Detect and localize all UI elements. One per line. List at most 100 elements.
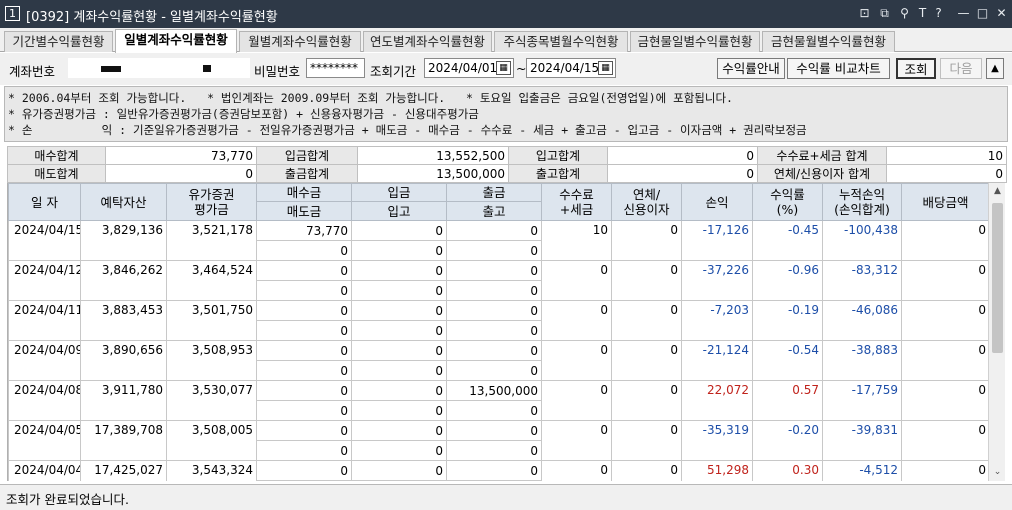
cell-out: 0 (446, 360, 542, 381)
col-header-deposit[interactable]: 입금 (351, 183, 447, 202)
col-header-line: 유가증권 (188, 187, 235, 202)
col-header-out[interactable]: 출고 (446, 201, 542, 221)
cell-sell: 0 (256, 480, 352, 481)
return-compare-chart-button[interactable]: 수익률 비교차트 (787, 58, 890, 79)
cell-in: 0 (351, 360, 447, 381)
tab-yearly-account-return[interactable]: 연도별계좌수익률현황 (363, 31, 492, 52)
deposit-total-label: 입금합계 (256, 146, 358, 165)
notice-line: * 유가증권평가금 : 일반유가증권평가금(증권담보포함) + 신용융자평가금 … (8, 107, 479, 121)
scroll-down-icon[interactable]: ⌄ (989, 464, 1006, 481)
masked-account-block (101, 66, 121, 72)
date-from-field[interactable]: 2024/04/01 ▦ (424, 58, 514, 78)
col-header-cum-profit[interactable]: 누적손익 (손익합계) (822, 183, 902, 221)
cell-interest: 0 (611, 420, 682, 461)
link-window-icon[interactable]: ⧉ (876, 5, 893, 22)
collapse-up-button[interactable]: ▲ (986, 58, 1004, 79)
interest-total-value: 0 (886, 164, 1007, 183)
cell-securities-eval: 3,530,077 (166, 380, 257, 421)
tab-gold-monthly-return[interactable]: 금현물월별수익률현황 (762, 31, 895, 52)
tab-gold-daily-return[interactable]: 금현물일별수익률현황 (630, 31, 760, 52)
query-bar: 계좌번호 비밀번호 ******** 조회기간 2024/04/01 ▦ ~ 2… (0, 53, 1012, 85)
col-header-interest[interactable]: 연체/신용이자 (611, 183, 682, 221)
account-number-field[interactable] (68, 58, 250, 78)
scroll-thumb[interactable] (992, 203, 1003, 353)
col-header-date[interactable]: 일 자 (8, 183, 81, 221)
cell-profit: 22,072 (681, 380, 753, 421)
cell-dividend: 0 (901, 220, 988, 261)
cell-withdraw: 0 (446, 460, 542, 481)
table-row[interactable]: 2024/04/05 17,389,708 3,508,005 0 0 0 0 0 -35,31… (8, 420, 988, 461)
cell-date: 2024/04/15 (8, 220, 81, 261)
pin-icon[interactable]: ⚲ (896, 5, 913, 22)
cell-securities-eval: 3,508,953 (166, 340, 257, 381)
table-row[interactable]: 2024/04/11 3,883,453 3,501,750 0 0 0 0 0 -7,203-… (8, 300, 988, 341)
cell-buy: 0 (256, 300, 352, 321)
window-icon: 1 (5, 6, 20, 21)
cell-interest: 0 (611, 260, 682, 301)
col-header-profit[interactable]: 손익 (681, 183, 753, 221)
col-header-dividend[interactable]: 배당금액 (901, 183, 988, 221)
cell-date: 2024/04/11 (8, 300, 81, 341)
password-field[interactable]: ******** (306, 58, 365, 78)
col-header-buy[interactable]: 매수금 (256, 183, 352, 202)
tab-bar: 기간별수익률현황 일별계좌수익률현황 월별계좌수익률현황 연도별계좌수익률현황 … (0, 28, 1012, 53)
cell-deposit: 0 (351, 260, 447, 281)
tab-period-return[interactable]: 기간별수익률현황 (4, 31, 113, 52)
col-header-sell[interactable]: 매도금 (256, 201, 352, 221)
col-header-withdraw[interactable]: 출금 (446, 183, 542, 202)
cell-out: 0 (446, 320, 542, 341)
table-row[interactable]: 2024/04/08 3,911,780 3,530,077 0 0 13,500,000… (8, 380, 988, 421)
close-icon[interactable]: ✕ (993, 5, 1010, 22)
period-label: 조회기간 (370, 64, 417, 79)
cell-date: 2024/04/05 (8, 420, 81, 461)
calendar-icon[interactable]: ▦ (598, 61, 613, 75)
search-button[interactable]: 조회 (896, 58, 936, 79)
font-size-icon[interactable]: T (914, 5, 931, 22)
cell-return: 0.57 (752, 380, 823, 421)
cell-deposit-assets: 17,425,027 (80, 460, 167, 481)
cell-return: 0.30 (752, 460, 823, 481)
maximize-icon[interactable]: □ (974, 5, 991, 22)
grid-scrollbar[interactable]: ▲ ⌄ (988, 183, 1005, 481)
tab-stock-monthly-return[interactable]: 주식종목별월수익현황 (494, 31, 628, 52)
cell-cum-profit: -83,312 (822, 260, 902, 301)
col-header-line: 평가금 (194, 202, 229, 217)
cell-dividend: 0 (901, 460, 988, 481)
daily-return-grid[interactable]: 일 자 예탁자산 유가증권 평가금 매수금 입금 출금 수수료 +세금 연체/신용이… (7, 183, 988, 481)
cell-in: 0 (351, 320, 447, 341)
table-row[interactable]: 2024/04/04 17,425,027 3,543,324 0 0 0 0 0 51,298… (8, 460, 988, 481)
col-header-fee-tax[interactable]: 수수료 +세금 (541, 183, 612, 221)
col-header-line: 수익률 (770, 187, 805, 202)
minimize-icon[interactable]: — (955, 5, 972, 22)
cell-fee-tax: 0 (541, 300, 612, 341)
cell-deposit: 0 (351, 420, 447, 441)
cell-withdraw: 0 (446, 420, 542, 441)
tab-monthly-account-return[interactable]: 월별계좌수익률현황 (239, 31, 361, 52)
cell-cum-profit: -46,086 (822, 300, 902, 341)
col-header-securities-eval[interactable]: 유가증권 평가금 (166, 183, 257, 221)
table-row[interactable]: 2024/04/09 3,890,656 3,508,953 0 0 0 0 0 -21,124… (8, 340, 988, 381)
date-to-field[interactable]: 2024/04/15 ▦ (526, 58, 616, 78)
save-layout-icon[interactable]: ⊡ (856, 5, 873, 22)
col-header-deposit-assets[interactable]: 예탁자산 (80, 183, 167, 221)
cell-deposit-assets: 3,883,453 (80, 300, 167, 341)
help-icon[interactable]: ? (930, 5, 947, 22)
tab-daily-account-return[interactable]: 일별계좌수익률현황 (115, 29, 237, 53)
col-header-line: (%) (776, 202, 799, 217)
table-row[interactable]: 2024/04/15 3,829,136 3,521,178 73,770 0 0 10 0-… (8, 220, 988, 261)
cell-in: 0 (351, 440, 447, 461)
next-button[interactable]: 다음 (940, 58, 982, 79)
col-header-in[interactable]: 입고 (351, 201, 447, 221)
calendar-icon[interactable]: ▦ (496, 61, 511, 75)
cell-cum-profit: -100,438 (822, 220, 902, 261)
col-header-return[interactable]: 수익률 (%) (752, 183, 823, 221)
cell-deposit: 0 (351, 340, 447, 361)
cell-securities-eval: 3,508,005 (166, 420, 257, 461)
scroll-up-icon[interactable]: ▲ (989, 183, 1006, 200)
col-header-line: 신용이자 (623, 202, 670, 217)
table-row[interactable]: 2024/04/12 3,846,262 3,464,524 0 0 0 0 0 -37,226… (8, 260, 988, 301)
return-guide-button[interactable]: 수익률안내 (717, 58, 785, 79)
cell-buy: 0 (256, 460, 352, 481)
sell-total-value: 0 (105, 164, 257, 183)
deposit-total-value: 13,552,500 (357, 146, 509, 165)
